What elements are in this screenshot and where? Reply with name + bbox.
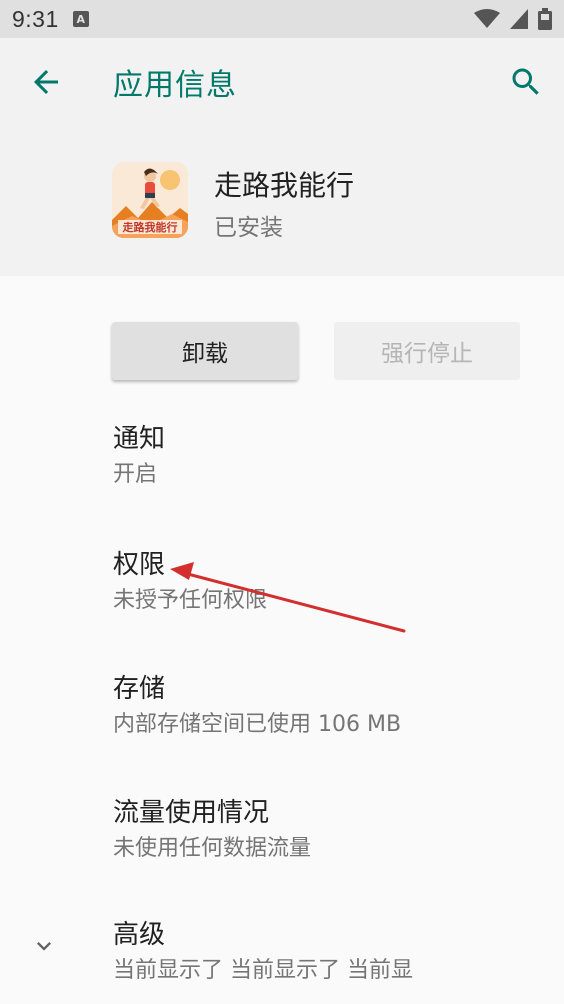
search-icon[interactable] [508, 64, 544, 100]
app-info-header: 应用信息 走路我能行 走路我能行 已安装 [0, 38, 564, 276]
arrow-left-icon[interactable] [28, 64, 64, 100]
app-install-status: 已安装 [214, 215, 283, 241]
status-bar: 9:31 A [0, 0, 564, 38]
item-subtitle: 未授予任何权限 [113, 588, 268, 613]
item-title: 权限 [113, 550, 166, 580]
uninstall-button[interactable]: 卸载 [112, 322, 298, 380]
battery-icon [538, 8, 552, 30]
wifi-icon [474, 9, 500, 28]
app-info-content: 卸载 强行停止 通知 开启 权限 未授予任何权限 存储 内部存储空间已使用 10… [0, 276, 564, 1004]
app-name: 走路我能行 [214, 169, 355, 202]
item-subtitle: 未使用任何数据流量 [113, 836, 312, 861]
item-title: 高级 [113, 920, 166, 950]
status-time: 9:31 [12, 5, 59, 32]
force-stop-button[interactable]: 强行停止 [334, 322, 520, 380]
item-title: 流量使用情况 [113, 798, 270, 828]
notification-a-icon: A [72, 11, 89, 27]
page-title: 应用信息 [113, 68, 237, 103]
item-subtitle: 内部存储空间已使用 106 MB [113, 712, 402, 737]
signal-icon [510, 9, 528, 29]
chevron-down-icon[interactable] [30, 932, 58, 960]
item-title: 存储 [113, 674, 166, 704]
app-icon: 走路我能行 [112, 162, 188, 238]
advanced-item[interactable]: 高级 当前显示了 当前显示了 当前显 [113, 918, 443, 986]
data-usage-item[interactable]: 流量使用情况 未使用任何数据流量 [113, 796, 553, 864]
item-subtitle: 开启 [113, 462, 158, 487]
storage-item[interactable]: 存储 内部存储空间已使用 106 MB [113, 672, 553, 740]
item-title: 通知 [113, 424, 166, 454]
status-icons [474, 8, 552, 30]
item-subtitle: 当前显示了 当前显示了 当前显 [113, 958, 413, 983]
permissions-item[interactable]: 权限 未授予任何权限 [113, 548, 553, 616]
app-icon-text: 走路我能行 [122, 220, 178, 234]
notifications-item[interactable]: 通知 开启 [113, 422, 553, 490]
